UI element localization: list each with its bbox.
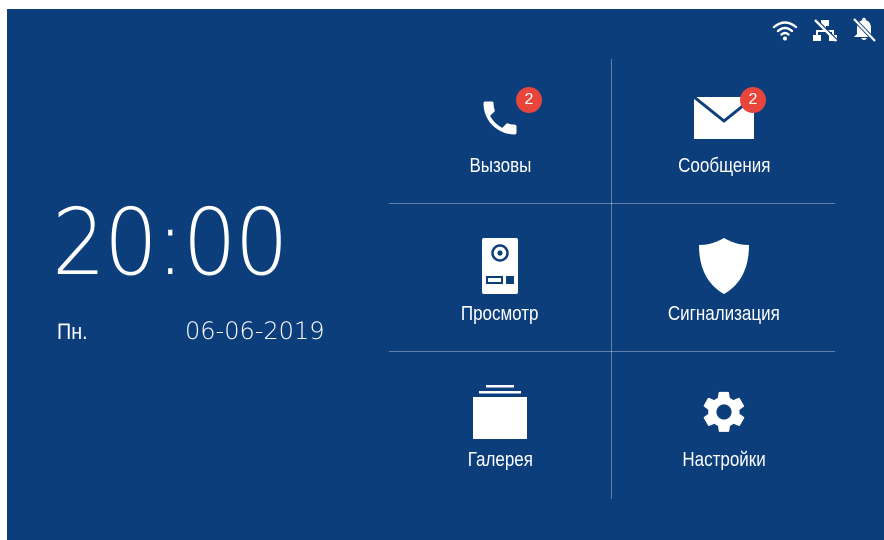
door-panel-icon <box>482 238 518 294</box>
shield-icon <box>698 238 750 294</box>
intercom-home-screen: 20:00 Пн. 06-06-2019 2 Вызовы 2 Сообщени… <box>7 9 884 540</box>
alarm-button[interactable]: Сигнализация <box>613 207 835 353</box>
gallery-button[interactable]: Галерея <box>389 353 611 499</box>
monitor-label: Просмотр <box>461 303 539 325</box>
status-bar <box>772 17 876 43</box>
bell-muted-icon <box>852 17 876 43</box>
alarm-label: Сигнализация <box>668 303 780 325</box>
gallery-label: Галерея <box>467 449 533 471</box>
main-menu-grid: 2 Вызовы 2 Сообщения Просмотр Сигнализац… <box>389 59 835 499</box>
grid-divider <box>611 59 612 499</box>
envelope-icon: 2 <box>694 87 766 143</box>
gear-icon <box>698 387 750 437</box>
gallery-stack-icon <box>472 385 528 439</box>
messages-button[interactable]: 2 Сообщения <box>613 59 835 205</box>
clock-day: Пн. <box>57 319 88 344</box>
network-disconnected-icon <box>812 18 838 42</box>
clock-date: 06-06-2019 <box>185 317 325 345</box>
clock-time: 20:00 <box>52 189 289 296</box>
phone-icon: 2 <box>478 87 542 143</box>
messages-label: Сообщения <box>677 155 771 177</box>
settings-label: Настройки <box>682 449 766 471</box>
monitor-button[interactable]: Просмотр <box>389 207 611 353</box>
calls-button[interactable]: 2 Вызовы <box>389 59 611 205</box>
calls-badge: 2 <box>516 87 542 113</box>
settings-button[interactable]: Настройки <box>613 353 835 499</box>
messages-badge: 2 <box>740 87 766 113</box>
calls-label: Вызовы <box>469 155 531 177</box>
wifi-icon <box>772 19 798 41</box>
